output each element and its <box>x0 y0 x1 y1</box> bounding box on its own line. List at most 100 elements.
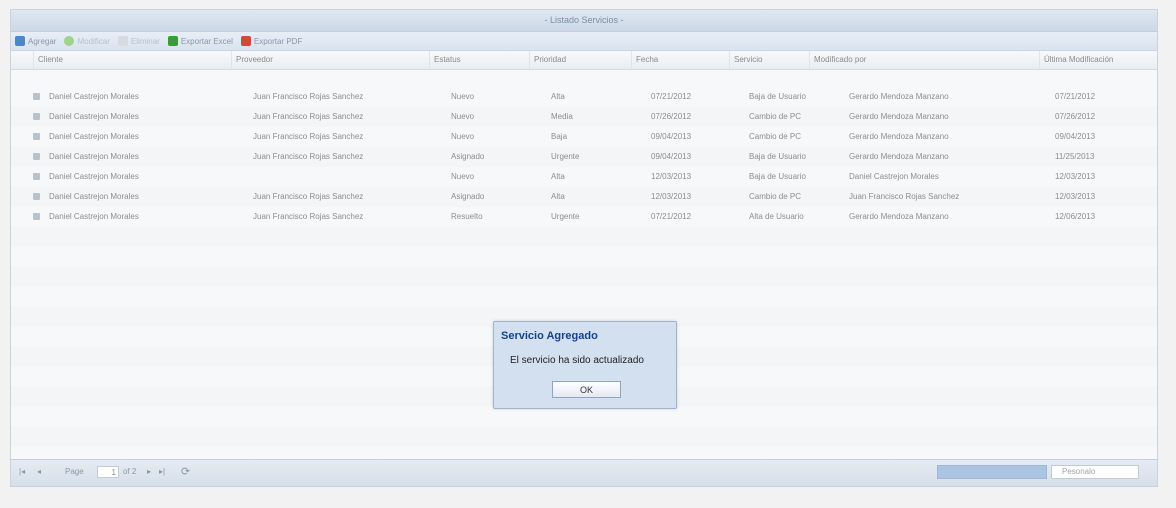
panel-title: - Listado Servicios - <box>11 10 1157 32</box>
cell-estatus: Nuevo <box>451 172 475 181</box>
cell-proveedor: Juan Francisco Rojas Sanchez <box>253 152 364 161</box>
toolbar: Agregar Modificar Eliminar Exportar Exce… <box>11 32 1157 51</box>
cell-fecha: 07/21/2012 <box>651 92 692 101</box>
cell-modificado-por: Gerardo Mendoza Manzano <box>849 112 949 121</box>
table-row[interactable]: Daniel Castrejon Morales Juan Francisco … <box>11 187 1157 207</box>
cell-proveedor: Juan Francisco Rojas Sanchez <box>253 192 364 201</box>
ok-button[interactable]: OK <box>552 381 621 398</box>
expand-icon[interactable] <box>33 153 40 160</box>
cell-ultima-modificacion: 12/06/2013 <box>1055 212 1096 221</box>
delete-button[interactable]: Eliminar <box>117 36 160 46</box>
last-page-icon[interactable]: ▸| <box>159 467 165 476</box>
column-header-servicio[interactable]: Servicio <box>729 51 809 69</box>
cell-cliente: Daniel Castrejon Morales <box>49 92 139 101</box>
first-page-icon[interactable]: |◂ <box>19 467 25 476</box>
cell-fecha: 09/04/2013 <box>651 132 692 141</box>
cell-servicio: Cambio de PC <box>749 192 802 201</box>
cell-cliente: Daniel Castrejon Morales <box>49 212 139 221</box>
cell-cliente: Daniel Castrejon Morales <box>49 112 139 121</box>
dialog-title: Servicio Agregado <box>501 330 598 342</box>
cell-prioridad: Baja <box>551 132 568 141</box>
services-panel: - Listado Servicios - Agregar Modificar … <box>10 9 1158 487</box>
page-label: Page <box>65 467 84 476</box>
cell-fecha: 12/03/2013 <box>651 192 692 201</box>
refresh-icon[interactable]: ⟳ <box>181 465 190 478</box>
expand-icon[interactable] <box>33 193 40 200</box>
prev-page-icon[interactable]: ◂ <box>37 467 41 476</box>
column-header-estatus[interactable]: Estatus <box>429 51 529 69</box>
cell-proveedor: Juan Francisco Rojas Sanchez <box>253 212 364 221</box>
cell-ultima-modificacion: 12/03/2013 <box>1055 192 1096 201</box>
message-dialog: Servicio Agregado El servicio ha sido ac… <box>493 321 677 409</box>
cell-servicio: Cambio de PC <box>749 132 802 141</box>
expand-icon[interactable] <box>33 113 40 120</box>
table-row[interactable]: Daniel Castrejon Morales Juan Francisco … <box>11 147 1157 167</box>
cell-prioridad: Alta <box>551 92 565 101</box>
cell-prioridad: Urgente <box>551 152 580 161</box>
export-excel-button[interactable]: Exportar Excel <box>167 36 233 46</box>
cell-modificado-por: Gerardo Mendoza Manzano <box>849 152 949 161</box>
column-header-proveedor[interactable]: Proveedor <box>231 51 429 69</box>
add-icon <box>15 36 25 46</box>
page-number-input[interactable]: 1 <box>97 466 119 478</box>
cell-estatus: Nuevo <box>451 92 475 101</box>
pdf-icon <box>240 36 251 46</box>
add-button-label: Agregar <box>28 36 57 46</box>
cell-estatus: Nuevo <box>451 112 475 121</box>
search-field-selector[interactable] <box>937 465 1047 479</box>
cell-modificado-por: Juan Francisco Rojas Sanchez <box>849 192 960 201</box>
table-row[interactable]: Daniel Castrejon Morales Juan Francisco … <box>11 87 1157 107</box>
cell-ultima-modificacion: 12/03/2013 <box>1055 172 1096 181</box>
column-header-cliente[interactable]: Cliente <box>33 51 231 69</box>
dialog-message: El servicio ha sido actualizado <box>510 355 644 366</box>
column-header-fecha[interactable]: Fecha <box>631 51 729 69</box>
export-pdf-label: Exportar PDF <box>253 36 303 46</box>
expand-icon[interactable] <box>33 133 40 140</box>
cell-estatus: Resuelto <box>451 212 483 221</box>
next-page-icon[interactable]: ▸ <box>147 467 151 476</box>
cell-fecha: 07/21/2012 <box>651 212 692 221</box>
cell-proveedor: Juan Francisco Rojas Sanchez <box>253 132 364 141</box>
table-row[interactable]: Daniel Castrejon Morales Nuevo Alta 12/0… <box>11 167 1157 187</box>
edit-button-label: Modificar <box>77 36 110 46</box>
table-row[interactable]: Daniel Castrejon Morales Juan Francisco … <box>11 107 1157 127</box>
column-header-ultima-modificacion[interactable]: Última Modificación <box>1039 51 1159 69</box>
export-pdf-button[interactable]: Exportar PDF <box>240 36 303 46</box>
cell-servicio: Baja de Usuario <box>749 92 806 101</box>
expand-icon[interactable] <box>33 173 40 180</box>
cell-prioridad: Media <box>551 112 573 121</box>
delete-icon <box>117 36 128 46</box>
table-row[interactable]: Daniel Castrejon Morales Juan Francisco … <box>11 207 1157 227</box>
excel-icon <box>167 36 178 46</box>
cell-prioridad: Alta <box>551 172 565 181</box>
cell-fecha: 12/03/2013 <box>651 172 692 181</box>
cell-cliente: Daniel Castrejon Morales <box>49 192 139 201</box>
cell-modificado-por: Daniel Castrejon Morales <box>849 172 939 181</box>
cell-ultima-modificacion: 11/25/2013 <box>1055 152 1095 161</box>
cell-servicio: Alta de Usuario <box>749 212 804 221</box>
expand-icon[interactable] <box>33 93 40 100</box>
cell-modificado-por: Gerardo Mendoza Manzano <box>849 132 949 141</box>
cell-proveedor <box>253 167 429 187</box>
paging-toolbar: |◂ ◂ Page 1 of 2 ▸ ▸| ⟳ Pesonalo <box>11 459 1157 486</box>
column-header-modificado-por[interactable]: Modificado por <box>809 51 1039 69</box>
cell-proveedor: Juan Francisco Rojas Sanchez <box>253 112 364 121</box>
column-header-prioridad[interactable]: Prioridad <box>529 51 631 69</box>
cell-modificado-por: Gerardo Mendoza Manzano <box>849 212 949 221</box>
page-count-label: of 2 <box>123 467 137 476</box>
cell-cliente: Daniel Castrejon Morales <box>49 152 139 161</box>
export-excel-label: Exportar Excel <box>180 36 233 46</box>
cell-cliente: Daniel Castrejon Morales <box>49 132 139 141</box>
cell-ultima-modificacion: 07/26/2012 <box>1055 112 1096 121</box>
cell-estatus: Nuevo <box>451 132 475 141</box>
table-row[interactable]: Daniel Castrejon Morales Juan Francisco … <box>11 127 1157 147</box>
refresh-icon <box>64 36 75 46</box>
expand-icon[interactable] <box>33 213 40 220</box>
cell-servicio: Baja de Usuario <box>749 172 806 181</box>
cell-estatus: Asignado <box>451 152 485 161</box>
add-button[interactable]: Agregar <box>15 36 56 46</box>
search-input[interactable]: Pesonalo <box>1051 465 1139 479</box>
cell-cliente: Daniel Castrejon Morales <box>49 172 139 181</box>
edit-button[interactable]: Modificar <box>64 36 110 46</box>
cell-servicio: Cambio de PC <box>749 112 802 121</box>
